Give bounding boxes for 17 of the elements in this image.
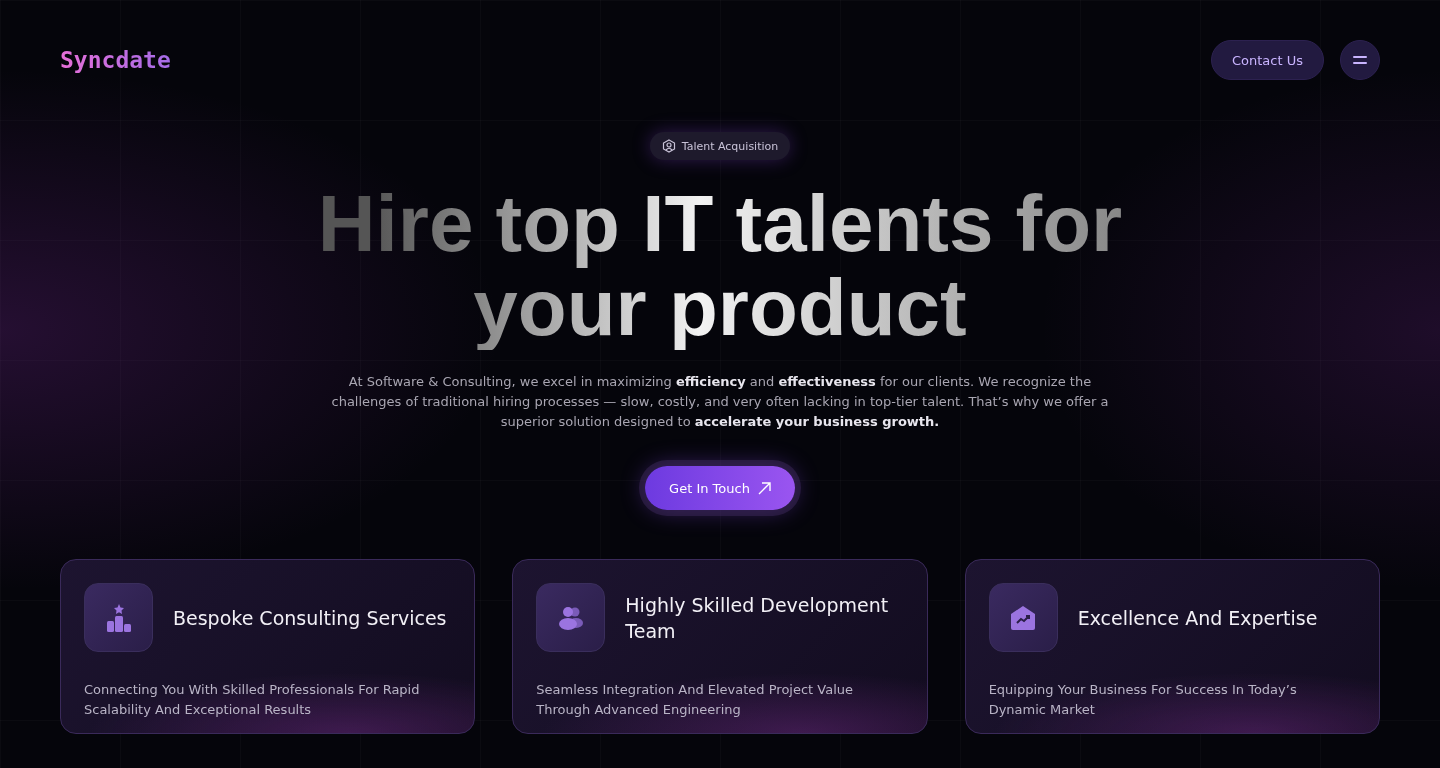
category-badge: Talent Acquisition	[649, 132, 791, 160]
card-title: Bespoke Consulting Services	[173, 605, 447, 631]
get-in-touch-button[interactable]: Get In Touch	[645, 466, 795, 510]
menu-button[interactable]	[1340, 40, 1380, 80]
logo[interactable]: Syncdate	[60, 47, 171, 73]
card-text: Equipping Your Business For Success In Today’s Dynamic Market	[988, 681, 1298, 719]
menu-icon	[1353, 56, 1367, 64]
description: At Software & Consulting, we excel in maximizing efficiency and effectiveness for our clients. We recognize the challenges of traditional hiring processes — slow, costly, and very often lacking in top-tier talent. That’s why we offer a superior solution designed to accelerate your business growth.	[330, 373, 1110, 431]
arrow-icon	[757, 481, 771, 495]
card-text: Seamless Integration And Elevated Project Value Through Advanced Engineering	[536, 681, 855, 719]
card-title: Excellence And Expertise	[1077, 605, 1318, 631]
contact-button[interactable]: Contact Us	[1211, 40, 1324, 80]
growth-chart-icon	[1009, 603, 1038, 632]
podium-icon	[104, 602, 133, 633]
card-title: Highly Skilled Development Team	[625, 592, 890, 644]
card-text: Connecting You With Skilled Professionals For Rapid Scalability And Exceptional Results	[84, 681, 421, 719]
user-icon	[661, 139, 676, 153]
